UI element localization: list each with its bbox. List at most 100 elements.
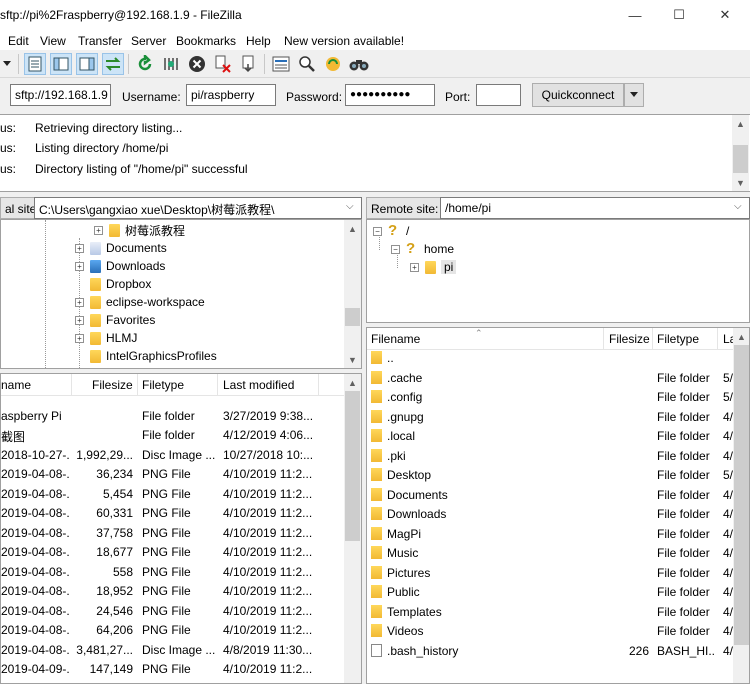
- quickconnect-button[interactable]: Quickconnect: [532, 83, 624, 107]
- local-path-combo[interactable]: C:\Users\gangxiao xue\Desktop\树莓派教程\: [34, 197, 362, 219]
- cancel-icon[interactable]: [186, 53, 208, 75]
- chevron-down-icon[interactable]: ⌵: [734, 201, 742, 212]
- local-tree-scrollbar[interactable]: ▲ ▼: [344, 220, 361, 368]
- scroll-up-icon[interactable]: ▲: [733, 328, 749, 345]
- tree-node[interactable]: + Downloads: [75, 257, 165, 275]
- menu-view[interactable]: View: [40, 34, 66, 48]
- scroll-up-icon[interactable]: ▲: [344, 220, 361, 237]
- table-row[interactable]: 2019-04-08-... 64,206 PNG File 4/10/2019 11…: [1, 621, 344, 641]
- local-list-scrollbar[interactable]: ▲: [344, 374, 361, 683]
- scroll-up-icon[interactable]: ▲: [344, 374, 361, 391]
- scroll-up-icon[interactable]: ▲: [732, 115, 749, 132]
- table-row[interactable]: 2019-04-09-... 147,149 PNG File 4/10/2019 1…: [1, 660, 344, 680]
- password-input[interactable]: ●●●●●●●●●●: [345, 84, 435, 106]
- tree-node-home[interactable]: −? home: [391, 240, 454, 258]
- menu-bookmarks[interactable]: Bookmarks: [176, 34, 236, 48]
- refresh-icon[interactable]: [134, 53, 156, 75]
- scroll-thumb[interactable]: [734, 345, 749, 645]
- expand-icon[interactable]: +: [410, 262, 419, 272]
- menu-transfer[interactable]: Transfer: [78, 34, 122, 48]
- tree-node[interactable]: + HLMJ: [75, 329, 137, 347]
- toggle-log-icon[interactable]: [24, 53, 46, 75]
- remote-list-scrollbar[interactable]: ▲: [733, 328, 749, 683]
- tree-node[interactable]: + Favorites: [75, 311, 155, 329]
- process-queue-icon[interactable]: [160, 53, 182, 75]
- reconnect-icon[interactable]: [238, 53, 260, 75]
- port-input[interactable]: [476, 84, 521, 106]
- tree-node[interactable]: + eclipse-workspace: [75, 293, 205, 311]
- collapse-icon[interactable]: −: [373, 226, 382, 236]
- table-row[interactable]: 2019-04-08-... 37,758 PNG File 4/10/2019 11…: [1, 524, 344, 544]
- table-row[interactable]: 2019-04-08-... 558 PNG File 4/10/2019 11:2.…: [1, 563, 344, 583]
- menu-server[interactable]: Server: [131, 34, 166, 48]
- menu-edit[interactable]: Edit: [8, 34, 29, 48]
- remote-path-combo[interactable]: /home/pi: [440, 197, 750, 219]
- table-row[interactable]: Music File folder 4/: [367, 544, 733, 564]
- maximize-button[interactable]: ☐: [656, 0, 702, 30]
- table-row[interactable]: .pki File folder 4/: [367, 447, 733, 467]
- expand-icon[interactable]: +: [75, 315, 84, 325]
- disconnect-icon[interactable]: [212, 53, 234, 75]
- expand-icon[interactable]: +: [75, 297, 84, 307]
- table-row[interactable]: Downloads File folder 4/: [367, 505, 733, 525]
- site-manager-dropdown-icon[interactable]: [0, 53, 14, 75]
- table-row[interactable]: 2019-04-08-... 5,454 PNG File 4/10/2019 11:…: [1, 485, 344, 505]
- expand-icon[interactable]: +: [94, 225, 103, 235]
- table-row[interactable]: aspberry Pi File folder 3/27/2019 9:38...: [1, 407, 344, 427]
- table-row[interactable]: 2018-10-27-... 1,992,29... Disc Image ... 1…: [1, 446, 344, 466]
- table-row[interactable]: .cache File folder 5/: [367, 369, 733, 389]
- expand-icon[interactable]: +: [75, 261, 84, 271]
- expand-icon[interactable]: +: [75, 243, 84, 253]
- tree-node-pi[interactable]: + pi: [410, 258, 457, 276]
- col-filesize[interactable]: Filesize: [609, 332, 650, 346]
- table-row[interactable]: Public File folder 4/: [367, 583, 733, 603]
- toggle-queue-icon[interactable]: [102, 53, 124, 75]
- table-row[interactable]: MagPi File folder 4/: [367, 525, 733, 545]
- username-input[interactable]: pi/raspberry: [186, 84, 276, 106]
- search-icon[interactable]: [296, 53, 318, 75]
- tree-node-root[interactable]: −? /: [373, 222, 409, 240]
- tree-node[interactable]: + Documents: [75, 239, 167, 257]
- table-row[interactable]: 截图 File folder 4/12/2019 4:06...: [1, 426, 344, 446]
- toggle-remote-tree-icon[interactable]: [76, 53, 98, 75]
- table-row[interactable]: .config File folder 5/: [367, 388, 733, 408]
- expand-icon[interactable]: +: [75, 333, 84, 343]
- directory-filter-icon[interactable]: [270, 53, 292, 75]
- quickconnect-dropdown-icon[interactable]: [624, 83, 644, 107]
- scroll-thumb[interactable]: [345, 391, 360, 541]
- scroll-thumb[interactable]: [733, 145, 748, 173]
- table-row[interactable]: 2019-04-08-... 36,234 PNG File 4/10/2019 11…: [1, 465, 344, 485]
- table-row[interactable]: Desktop File folder 5/: [367, 466, 733, 486]
- scroll-thumb[interactable]: [345, 308, 360, 326]
- table-row[interactable]: Pictures File folder 4/: [367, 564, 733, 584]
- host-input[interactable]: sftp://192.168.1.9: [10, 84, 111, 106]
- table-row[interactable]: .local File folder 4/: [367, 427, 733, 447]
- tree-node[interactable]: + 树莓派教程: [94, 221, 185, 239]
- table-row[interactable]: 2019-04-08-... 18,677 PNG File 4/10/2019 11…: [1, 543, 344, 563]
- menu-new-version[interactable]: New version available!: [284, 34, 404, 48]
- scroll-down-icon[interactable]: ▼: [732, 174, 749, 191]
- toggle-local-tree-icon[interactable]: [50, 53, 72, 75]
- collapse-icon[interactable]: −: [391, 244, 400, 254]
- minimize-button[interactable]: —: [612, 0, 658, 30]
- table-row[interactable]: .bash_history 226 BASH_HI... 4/: [367, 642, 733, 662]
- col-filetype[interactable]: Filetype: [657, 332, 699, 346]
- table-row[interactable]: .gnupg File folder 4/: [367, 408, 733, 428]
- table-row[interactable]: [1, 387, 344, 407]
- log-scrollbar[interactable]: ▲ ▼: [732, 115, 749, 191]
- sync-browsing-icon[interactable]: [322, 53, 344, 75]
- table-row[interactable]: Documents File folder 4/: [367, 486, 733, 506]
- table-row[interactable]: Templates File folder 4/: [367, 603, 733, 623]
- table-row[interactable]: 2019-04-08-... 18,952 PNG File 4/10/2019 11…: [1, 582, 344, 602]
- scroll-down-icon[interactable]: ▼: [344, 351, 361, 368]
- close-button[interactable]: ✕: [702, 0, 748, 30]
- table-row[interactable]: Videos File folder 4/: [367, 622, 733, 642]
- table-row[interactable]: ..: [367, 349, 733, 369]
- tree-node[interactable]: IntelGraphicsProfiles: [90, 347, 217, 365]
- table-row[interactable]: 2019-04-08-... 3,481,27... Disc Image ... 4…: [1, 641, 344, 661]
- table-row[interactable]: 2019-04-08-... 24,546 PNG File 4/10/2019 11…: [1, 602, 344, 622]
- tree-node[interactable]: Dropbox: [90, 275, 151, 293]
- col-filename[interactable]: Filename: [371, 332, 420, 346]
- menu-help[interactable]: Help: [246, 34, 271, 48]
- table-row[interactable]: 2019-04-08-... 60,331 PNG File 4/10/2019 11…: [1, 504, 344, 524]
